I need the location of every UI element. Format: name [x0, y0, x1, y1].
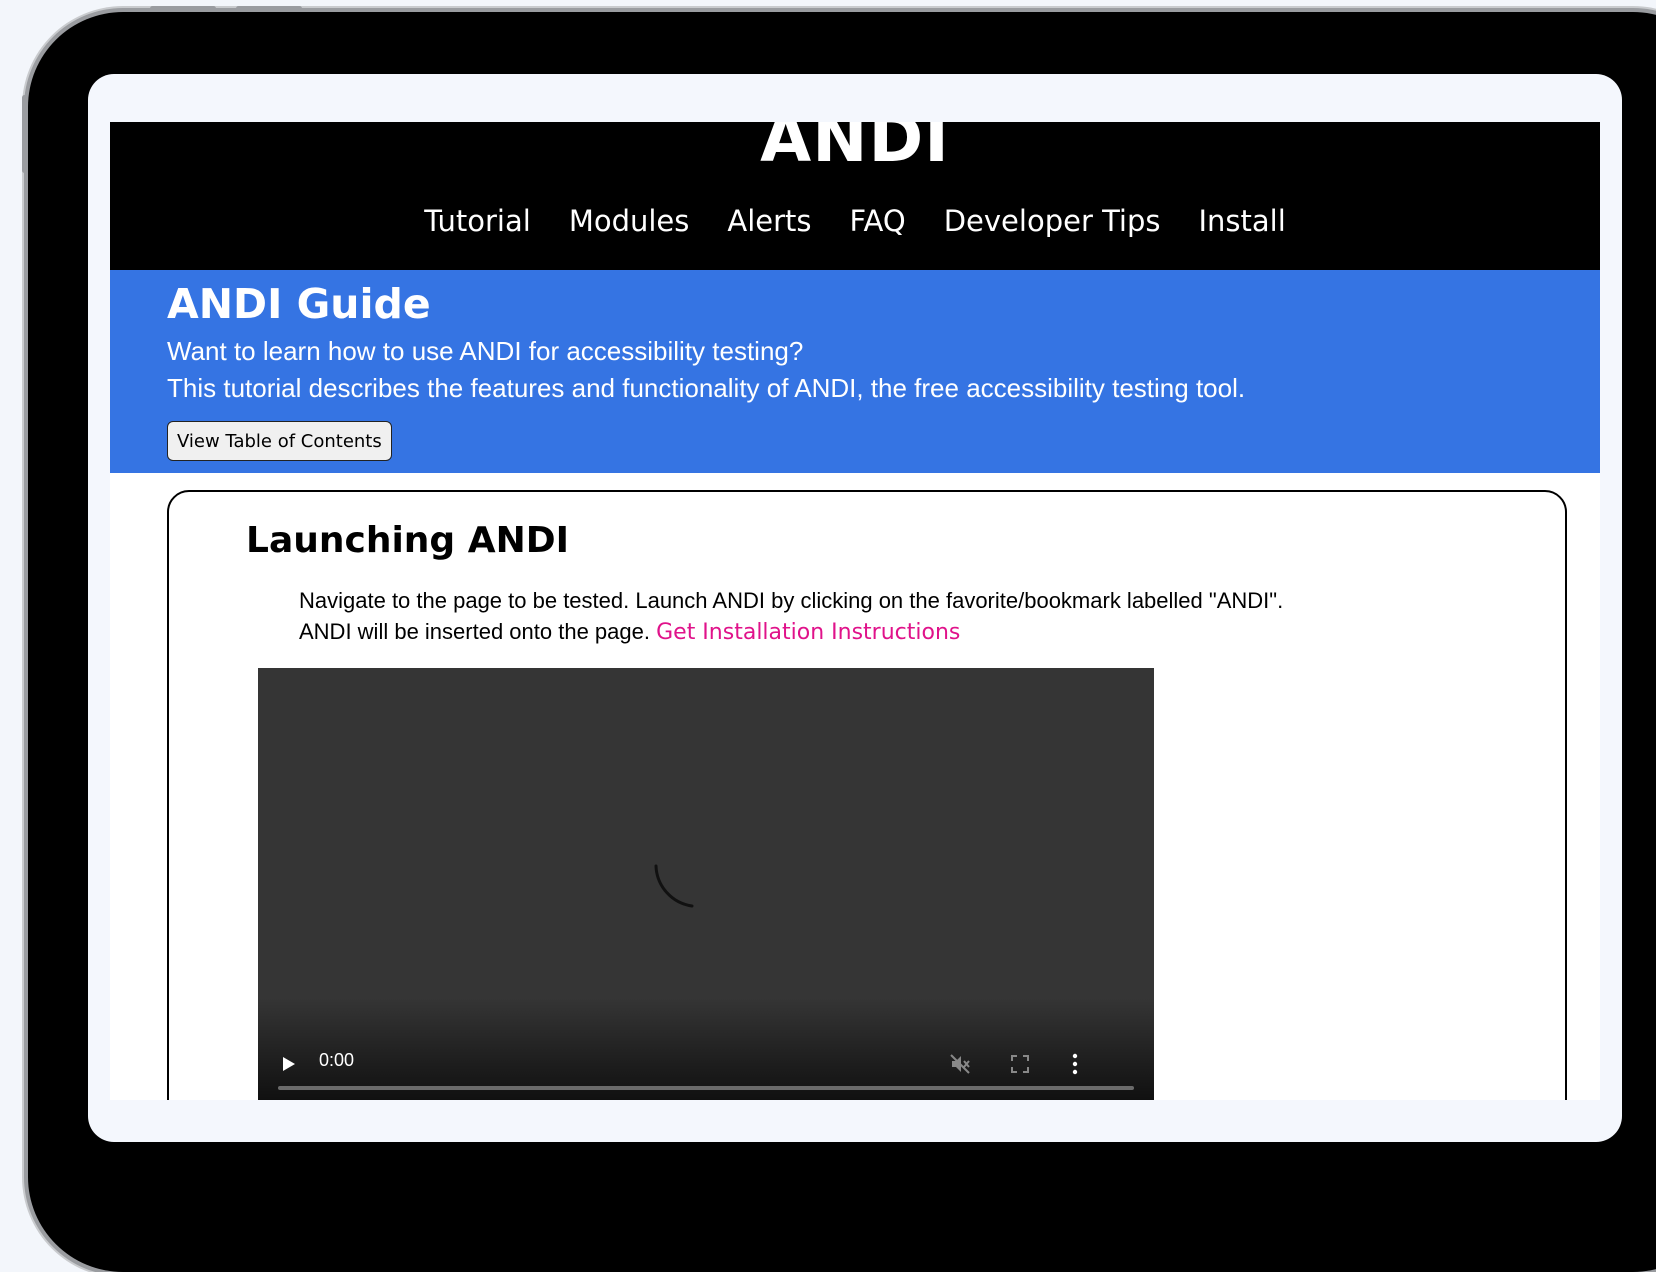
nav-link-install[interactable]: Install [1198, 204, 1285, 238]
guide-banner: ANDI Guide Want to learn how to use ANDI… [110, 270, 1600, 473]
section-paragraph: Navigate to the page to be tested. Launc… [299, 588, 1284, 613]
main-nav: Tutorial Modules Alerts FAQ Developer Ti… [110, 204, 1600, 238]
site-logo[interactable]: ANDI [110, 122, 1600, 177]
more-options-icon[interactable] [1070, 1052, 1080, 1076]
section-paragraph-text: ANDI will be inserted onto the page. [299, 619, 650, 644]
installation-instructions-link[interactable]: Get Installation Instructions [656, 620, 960, 645]
guide-title: ANDI Guide [167, 280, 431, 328]
tablet-top-button [150, 6, 216, 11]
video-time: 0:00 [319, 1050, 355, 1070]
nav-link-tutorial[interactable]: Tutorial [424, 204, 531, 238]
muted-icon[interactable] [948, 1052, 972, 1076]
webpage: ANDI Tutorial Modules Alerts FAQ Develop… [110, 122, 1600, 1100]
guide-intro-line: Want to learn how to use ANDI for access… [167, 336, 804, 366]
section-title: Launching ANDI [246, 520, 569, 561]
tablet-screen: ANDI Tutorial Modules Alerts FAQ Develop… [88, 74, 1622, 1142]
nav-link-developer-tips[interactable]: Developer Tips [944, 204, 1161, 238]
play-icon[interactable] [282, 1056, 296, 1072]
nav-link-modules[interactable]: Modules [569, 204, 690, 238]
fullscreen-icon[interactable] [1010, 1054, 1030, 1074]
nav-link-faq[interactable]: FAQ [850, 204, 906, 238]
launching-andi-section: Launching ANDI Navigate to the page to b… [167, 490, 1567, 1100]
site-header: ANDI Tutorial Modules Alerts FAQ Develop… [110, 122, 1600, 270]
video-controls: 0:00 [258, 1046, 1154, 1086]
section-paragraph: ANDI will be inserted onto the page. Get… [299, 619, 960, 645]
nav-link-alerts[interactable]: Alerts [727, 204, 811, 238]
video-progress-bar[interactable] [278, 1086, 1134, 1090]
video-player[interactable]: 0:00 [258, 668, 1154, 1100]
tablet-side-button [22, 95, 27, 173]
tablet-top-button [236, 6, 302, 11]
guide-description-line: This tutorial describes the features and… [167, 373, 1246, 403]
view-table-of-contents-button[interactable]: View Table of Contents [167, 421, 392, 461]
loading-spinner-icon [654, 864, 694, 908]
